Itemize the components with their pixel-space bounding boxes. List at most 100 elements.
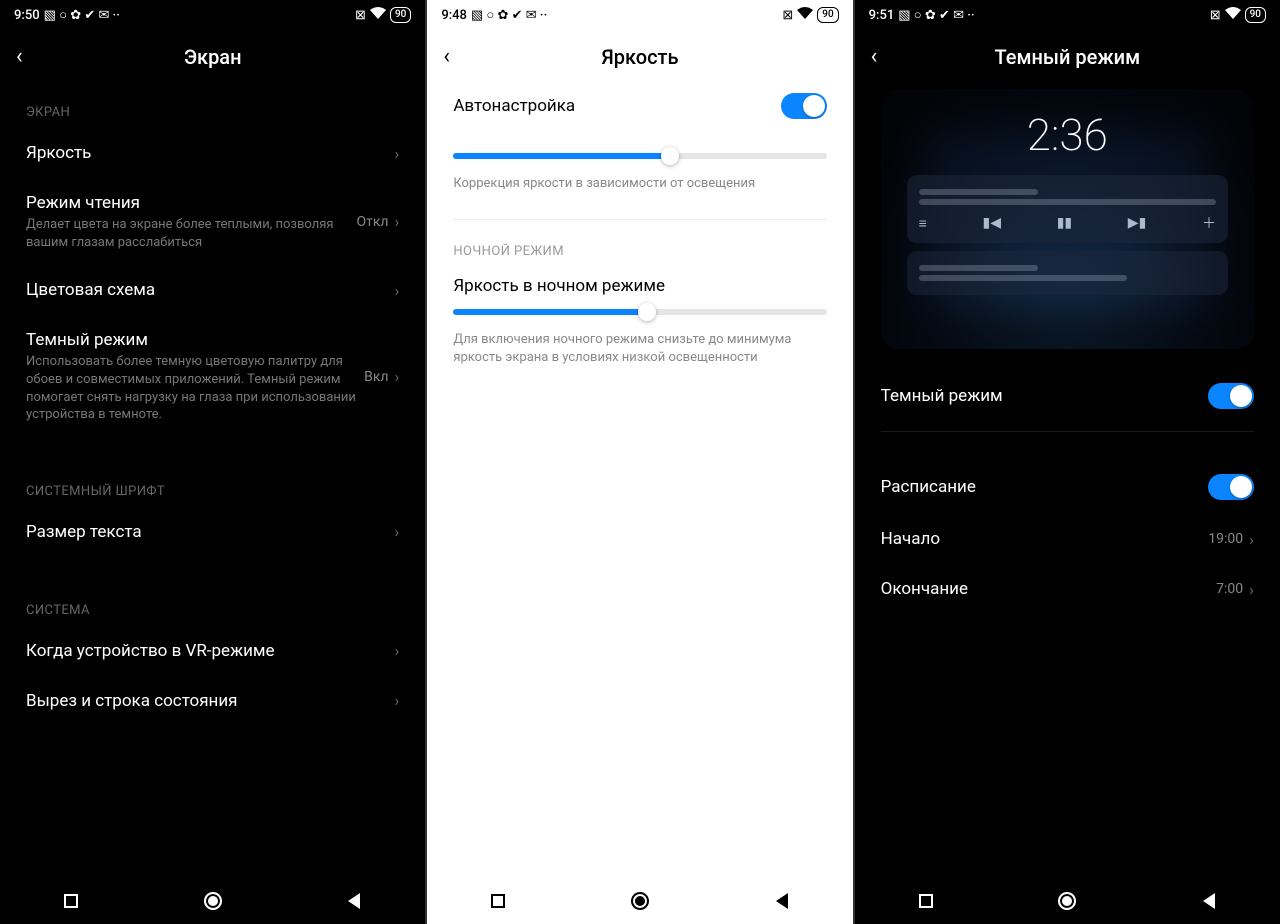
schedule-label: Расписание	[881, 476, 1208, 498]
row-vr-label: Когда устройство в VR-режиме	[26, 640, 395, 662]
night-brightness-slider[interactable]	[453, 309, 826, 315]
row-reading-value: Откл	[356, 214, 388, 230]
auto-label: Автонастройка	[453, 95, 780, 117]
section-screen: ЭКРАН	[26, 89, 399, 128]
row-schedule-start[interactable]: Начало 19:00 ›	[881, 514, 1254, 564]
navbar	[427, 878, 852, 924]
chevron-right-icon: ›	[395, 367, 400, 386]
row-reading-sub: Делает цвета на экране более теплыми, по…	[26, 216, 356, 251]
nav-back-button[interactable]	[1179, 893, 1239, 909]
row-brightness-label: Яркость	[26, 142, 395, 164]
nav-recents-button[interactable]	[41, 894, 101, 908]
battery-icon: 90	[390, 7, 411, 23]
row-auto-brightness: Автонастройка	[453, 89, 826, 133]
panel-dark-mode: 9:51 ▧ ○ ✿ ✔ ✉ ·· ⊠ 90 ‹ Темный режим 2:…	[855, 0, 1280, 924]
row-schedule-toggle: Расписание	[881, 460, 1254, 514]
brightness-slider[interactable]	[453, 153, 826, 159]
brightness-hint: Коррекция яркости в зависимости от освещ…	[453, 169, 826, 211]
chevron-right-icon: ›	[395, 212, 400, 231]
nav-recents-button[interactable]	[468, 894, 528, 908]
row-textsize-label: Размер текста	[26, 521, 395, 543]
page-title: Яркость	[471, 45, 808, 69]
nav-back-button[interactable]	[324, 893, 384, 909]
status-icons-left: ▧ ○ ✿ ✔ ✉ ··	[471, 7, 547, 23]
preview-media-card: ≡ ▮◀ ▮▮ ▶▮ ＋	[907, 175, 1228, 243]
prev-track-icon: ▮◀	[983, 215, 1001, 231]
row-vr-mode[interactable]: Когда устройство в VR-режиме ›	[26, 626, 399, 676]
row-dark-mode-toggle: Темный режим	[881, 369, 1254, 423]
clock: 9:51	[869, 8, 895, 23]
wifi-icon	[797, 7, 813, 23]
navbar	[855, 878, 1280, 924]
end-value: 7:00	[1216, 581, 1243, 597]
night-brightness-label: Яркость в ночном режиме	[453, 267, 826, 297]
wifi-icon	[370, 7, 386, 23]
row-color-scheme[interactable]: Цветовая схема ›	[26, 265, 399, 315]
chevron-right-icon: ›	[395, 691, 400, 710]
darkmode-label: Темный режим	[881, 385, 1208, 407]
wifi-icon	[1225, 7, 1241, 23]
battery-icon: 90	[1245, 7, 1266, 23]
chevron-right-icon: ›	[1249, 530, 1254, 549]
header: ‹ Экран	[0, 30, 425, 89]
auto-brightness-toggle[interactable]	[781, 93, 827, 119]
header: ‹ Темный режим	[855, 30, 1280, 89]
start-label: Начало	[881, 528, 1209, 550]
row-schedule-end[interactable]: Окончание 7:00 ›	[881, 564, 1254, 614]
back-button[interactable]: ‹	[871, 44, 899, 69]
status-icons-left: ▧ ○ ✿ ✔ ✉ ··	[898, 7, 974, 23]
start-value: 19:00	[1208, 531, 1243, 547]
statusbar: 9:50 ▧ ○ ✿ ✔ ✉ ·· ⊠ 90	[0, 0, 425, 30]
chevron-right-icon: ›	[395, 641, 400, 660]
dark-mode-preview: 2:36 ≡ ▮◀ ▮▮ ▶▮ ＋	[881, 89, 1254, 349]
row-darkmode-value: Вкл	[364, 369, 388, 385]
navbar	[0, 878, 425, 924]
back-button[interactable]: ‹	[443, 44, 471, 69]
row-reading-label: Режим чтения	[26, 192, 356, 214]
back-button[interactable]: ‹	[16, 44, 44, 69]
row-dark-mode[interactable]: Темный режим Использовать более темную ц…	[26, 315, 399, 437]
row-notch[interactable]: Вырез и строка состояния ›	[26, 676, 399, 726]
plus-icon: ＋	[1202, 213, 1216, 233]
row-reading-mode[interactable]: Режим чтения Делает цвета на экране боле…	[26, 178, 399, 265]
preview-clock: 2:36	[881, 109, 1254, 161]
row-darkmode-label: Темный режим	[26, 329, 364, 351]
row-notch-label: Вырез и строка состояния	[26, 690, 395, 712]
panel-brightness: 9:48 ▧ ○ ✿ ✔ ✉ ·· ⊠ 90 ‹ Яркость Автонас…	[427, 0, 852, 924]
chevron-right-icon: ›	[395, 144, 400, 163]
page-title: Экран	[44, 45, 381, 69]
battery-icon: 90	[817, 7, 838, 23]
nav-home-button[interactable]	[610, 892, 670, 910]
nav-home-button[interactable]	[183, 892, 243, 910]
chevron-right-icon: ›	[395, 522, 400, 541]
pause-icon: ▮▮	[1057, 215, 1072, 231]
row-colorscheme-label: Цветовая схема	[26, 279, 395, 301]
no-sim-icon: ⊠	[782, 8, 793, 23]
section-system: СИСТЕМА	[26, 587, 399, 626]
chevron-right-icon: ›	[1249, 580, 1254, 599]
nav-home-button[interactable]	[1037, 892, 1097, 910]
section-night: НОЧНОЙ РЕЖИМ	[453, 228, 826, 267]
statusbar: 9:51 ▧ ○ ✿ ✔ ✉ ·· ⊠ 90	[855, 0, 1280, 30]
clock: 9:48	[441, 8, 467, 23]
next-track-icon: ▶▮	[1128, 215, 1146, 231]
clock: 9:50	[14, 8, 40, 23]
end-label: Окончание	[881, 578, 1217, 600]
statusbar: 9:48 ▧ ○ ✿ ✔ ✉ ·· ⊠ 90	[427, 0, 852, 30]
chevron-right-icon: ›	[395, 281, 400, 300]
preview-notification-card	[907, 251, 1228, 295]
no-sim-icon: ⊠	[1210, 8, 1221, 23]
row-brightness[interactable]: Яркость ›	[26, 128, 399, 178]
row-text-size[interactable]: Размер текста ›	[26, 507, 399, 557]
dark-mode-toggle[interactable]	[1208, 383, 1254, 409]
schedule-toggle[interactable]	[1208, 474, 1254, 500]
section-font: СИСТЕМНЫЙ ШРИФТ	[26, 468, 399, 507]
playlist-icon: ≡	[919, 215, 927, 232]
nav-back-button[interactable]	[752, 893, 812, 909]
divider	[453, 219, 826, 220]
no-sim-icon: ⊠	[355, 8, 366, 23]
page-title: Темный режим	[899, 45, 1236, 69]
header: ‹ Яркость	[427, 30, 852, 89]
nav-recents-button[interactable]	[896, 894, 956, 908]
divider	[881, 431, 1254, 432]
